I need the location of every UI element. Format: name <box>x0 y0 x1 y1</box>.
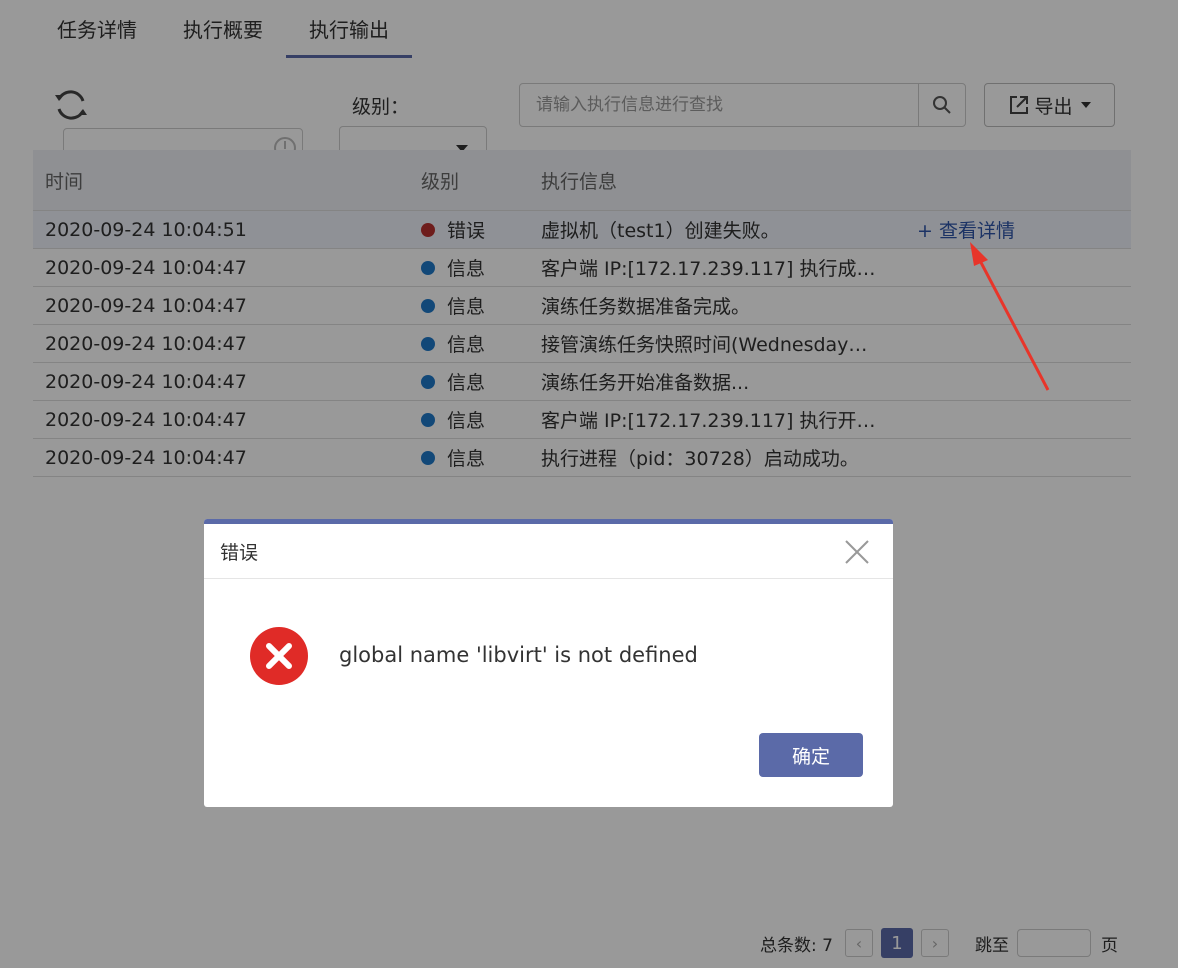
ok-button[interactable]: 确定 <box>759 733 863 777</box>
annotation-arrow <box>970 242 1050 391</box>
dialog-header: 错误 <box>204 524 893 579</box>
error-icon <box>250 627 308 685</box>
close-icon[interactable] <box>843 538 871 566</box>
dialog-title: 错误 <box>220 542 259 564</box>
error-dialog: 错误 global name 'libvirt' is not defined … <box>204 519 893 807</box>
error-message: global name 'libvirt' is not defined <box>339 643 698 667</box>
